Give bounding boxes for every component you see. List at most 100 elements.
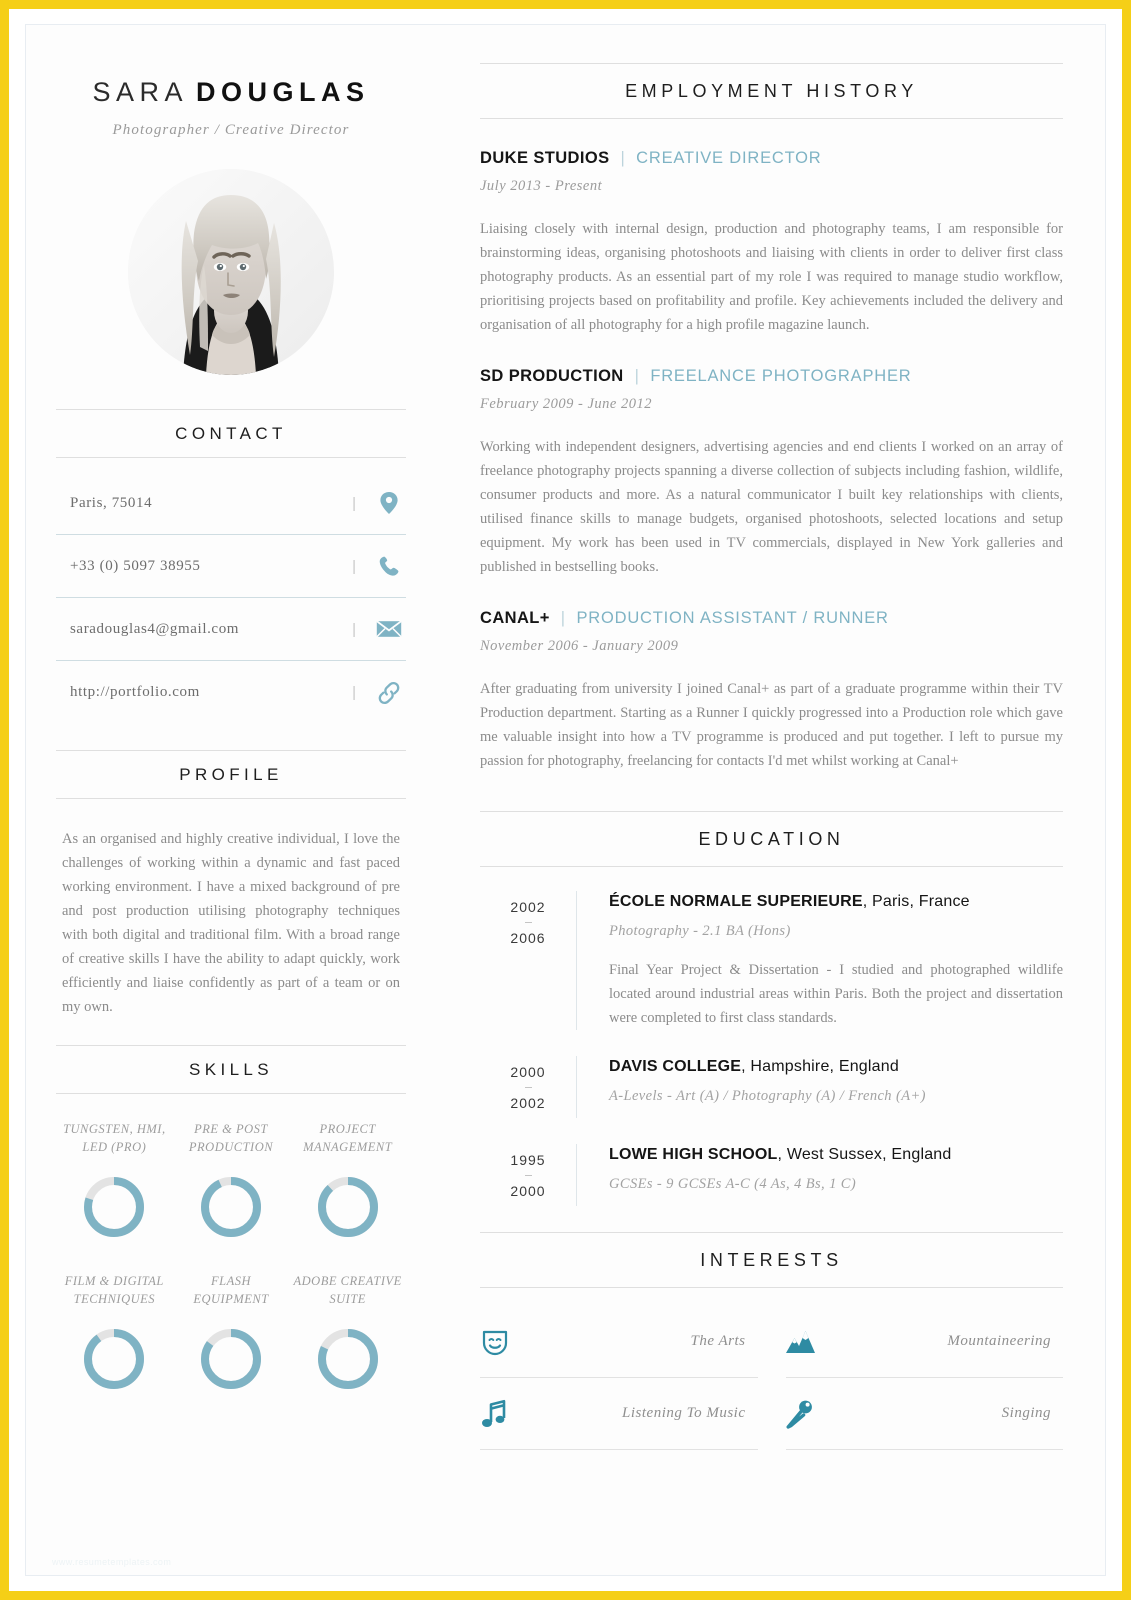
link-icon	[372, 681, 406, 705]
employment-entry-header: DUKE STUDIOS | CREATIVE DIRECTOR	[480, 149, 1063, 168]
microphone-icon	[786, 1399, 838, 1429]
employment-entry: DUKE STUDIOS | CREATIVE DIRECTOR July 2013…	[480, 149, 1063, 337]
education-entry: 1995 2000 LOWE HIGH SCHOOL, West Sussex,…	[480, 1144, 1063, 1206]
education-school-location: , Paris, France	[862, 893, 970, 910]
envelope-icon	[372, 620, 406, 638]
contact-value-location: Paris, 75014	[70, 494, 153, 511]
employment-dates: July 2013 - Present	[480, 178, 603, 194]
skills-heading: SKILLS	[56, 1045, 406, 1094]
skill-label: PROJECT MANAGEMENT	[303, 1122, 393, 1154]
skill-label: PRE & POST PRODUCTION	[188, 1122, 274, 1154]
page-title: SARA DOUGLAS	[56, 77, 406, 108]
education-start-year: 2000	[510, 1064, 546, 1080]
right-column: EMPLOYMENT HISTORY DUKE STUDIOS | CREATIVE…	[436, 25, 1105, 1575]
employment-entry-header: SD PRODUCTION | FREELANCE PHOTOGRAPHER	[480, 367, 1063, 386]
contact-item-website[interactable]: http://portfolio.com |	[56, 661, 406, 724]
employment-company: DUKE STUDIOS	[480, 149, 610, 167]
education-timeline-rule	[576, 891, 577, 1030]
education-school-location: , Hampshire, England	[741, 1058, 899, 1075]
employment-role: PRODUCTION ASSISTANT / RUNNER	[576, 609, 889, 627]
contact-value-email: saradouglas4@gmail.com	[70, 620, 240, 637]
education-school: ÉCOLE NORMALE SUPERIEURE, Paris, France	[609, 893, 1063, 911]
skill-donut-chart	[200, 1177, 261, 1237]
interest-item-music: Listening To Music	[480, 1378, 758, 1450]
employment-role: CREATIVE DIRECTOR	[636, 149, 822, 167]
interest-item-mountaineering: Mountaineering	[785, 1306, 1063, 1378]
contact-item-location[interactable]: Paris, 75014 |	[56, 472, 406, 535]
education-start-year: 2002	[510, 899, 546, 915]
employment-company: CANAL+	[480, 609, 550, 627]
education-years: 2000 2002	[480, 1056, 576, 1118]
skill-label: FILM & DIGITAL TECHNIQUES	[64, 1274, 164, 1306]
employment-description: Liaising closely with internal design, p…	[480, 221, 1063, 333]
skill-item: PROJECT MANAGEMENT	[289, 1120, 406, 1262]
education-school-name: LOWE HIGH SCHOOL	[609, 1146, 778, 1163]
contact-list: Paris, 75014 | +33 (0) 5097 38955 | sara…	[56, 472, 406, 724]
education-qualification: A-Levels - Art (A) / Photography (A) / F…	[609, 1088, 926, 1104]
skill-item: PRE & POST PRODUCTION	[173, 1120, 290, 1262]
education-years: 2002 2006	[480, 891, 576, 1030]
skill-item: ADOBE CREATIVE SUITE	[289, 1272, 406, 1414]
education-school-name: ÉCOLE NORMALE SUPERIEURE	[609, 893, 863, 910]
music-note-icon	[480, 1399, 532, 1429]
contact-value-phone: +33 (0) 5097 38955	[70, 557, 201, 574]
education-body: ÉCOLE NORMALE SUPERIEURE, Paris, France …	[609, 891, 1063, 1030]
avatar	[128, 169, 334, 375]
mountain-icon	[785, 1328, 838, 1356]
employment-separator: |	[634, 367, 640, 385]
education-note: Final Year Project & Dissertation - I st…	[609, 962, 1063, 1026]
education-end-year: 2002	[510, 1095, 546, 1111]
education-qualification: Photography - 2.1 BA (Hons)	[609, 923, 791, 939]
employment-dates: November 2006 - January 2009	[480, 638, 679, 654]
interest-label: Singing	[1001, 1405, 1051, 1421]
education-start-year: 1995	[510, 1152, 546, 1168]
interest-item-arts: The Arts	[480, 1306, 758, 1378]
education-entry: 2000 2002 DAVIS COLLEGE, Hampshire, Engl…	[480, 1056, 1063, 1118]
education-timeline-rule	[576, 1144, 577, 1206]
profile-heading: PROFILE	[56, 750, 406, 799]
education-body: LOWE HIGH SCHOOL, West Sussex, England G…	[609, 1144, 1063, 1206]
employment-company: SD PRODUCTION	[480, 367, 624, 385]
skill-donut-chart	[317, 1329, 378, 1389]
interest-label: The Arts	[690, 1333, 746, 1349]
skill-label: ADOBE CREATIVE SUITE	[293, 1274, 402, 1306]
education-timeline-rule	[576, 1056, 577, 1118]
education-years: 1995 2000	[480, 1144, 576, 1206]
contact-separator: |	[352, 494, 356, 512]
interest-item-singing: Singing	[785, 1378, 1063, 1450]
skill-donut-chart	[317, 1177, 378, 1237]
employment-entry: CANAL+ | PRODUCTION ASSISTANT / RUNNER Nov…	[480, 609, 1063, 773]
skill-donut-chart	[200, 1329, 261, 1389]
contact-item-email[interactable]: saradouglas4@gmail.com |	[56, 598, 406, 661]
skill-donut-chart	[84, 1329, 145, 1389]
resume-sheet: SARA DOUGLAS Photographer / Creative Dire…	[25, 24, 1106, 1576]
employment-description: Working with independent designers, adve…	[480, 439, 1063, 575]
phone-icon	[372, 555, 406, 577]
contact-item-phone[interactable]: +33 (0) 5097 38955 |	[56, 535, 406, 598]
footer-watermark: www.resumetemplates.com	[52, 1557, 172, 1567]
skill-donut-chart	[84, 1177, 145, 1237]
employment-dates: February 2009 - June 2012	[480, 396, 652, 412]
education-school-name: DAVIS COLLEGE	[609, 1058, 742, 1075]
contact-separator: |	[352, 684, 356, 701]
education-heading-wrap: EDUCATION	[480, 811, 1063, 867]
interest-label: Mountaineering	[947, 1333, 1051, 1349]
education-school: LOWE HIGH SCHOOL, West Sussex, England	[609, 1146, 1063, 1164]
skill-label: FLASH EQUIPMENT	[193, 1274, 269, 1306]
education-list: 2002 2006 ÉCOLE NORMALE SUPERIEURE, Pari…	[480, 891, 1063, 1206]
interests-heading: INTERESTS	[480, 1232, 1063, 1288]
location-pin-icon	[372, 491, 406, 515]
education-end-year: 2000	[510, 1183, 546, 1199]
resume-columns: SARA DOUGLAS Photographer / Creative Dire…	[26, 25, 1105, 1575]
contact-separator: |	[352, 620, 356, 638]
education-qualification: GCSEs - 9 GCSEs A-C (4 As, 4 Bs, 1 C)	[609, 1176, 857, 1192]
portrait-photo-icon	[128, 169, 334, 375]
interests-heading-wrap: INTERESTS	[480, 1232, 1063, 1288]
skill-item: FLASH EQUIPMENT	[173, 1272, 290, 1414]
skill-item: TUNGSTEN, HMI, LED (PRO)	[56, 1120, 173, 1262]
employment-separator: |	[560, 609, 566, 627]
education-heading: EDUCATION	[480, 811, 1063, 867]
left-column: SARA DOUGLAS Photographer / Creative Dire…	[26, 25, 436, 1575]
education-entry: 2002 2006 ÉCOLE NORMALE SUPERIEURE, Pari…	[480, 891, 1063, 1030]
contact-separator: |	[352, 557, 356, 575]
